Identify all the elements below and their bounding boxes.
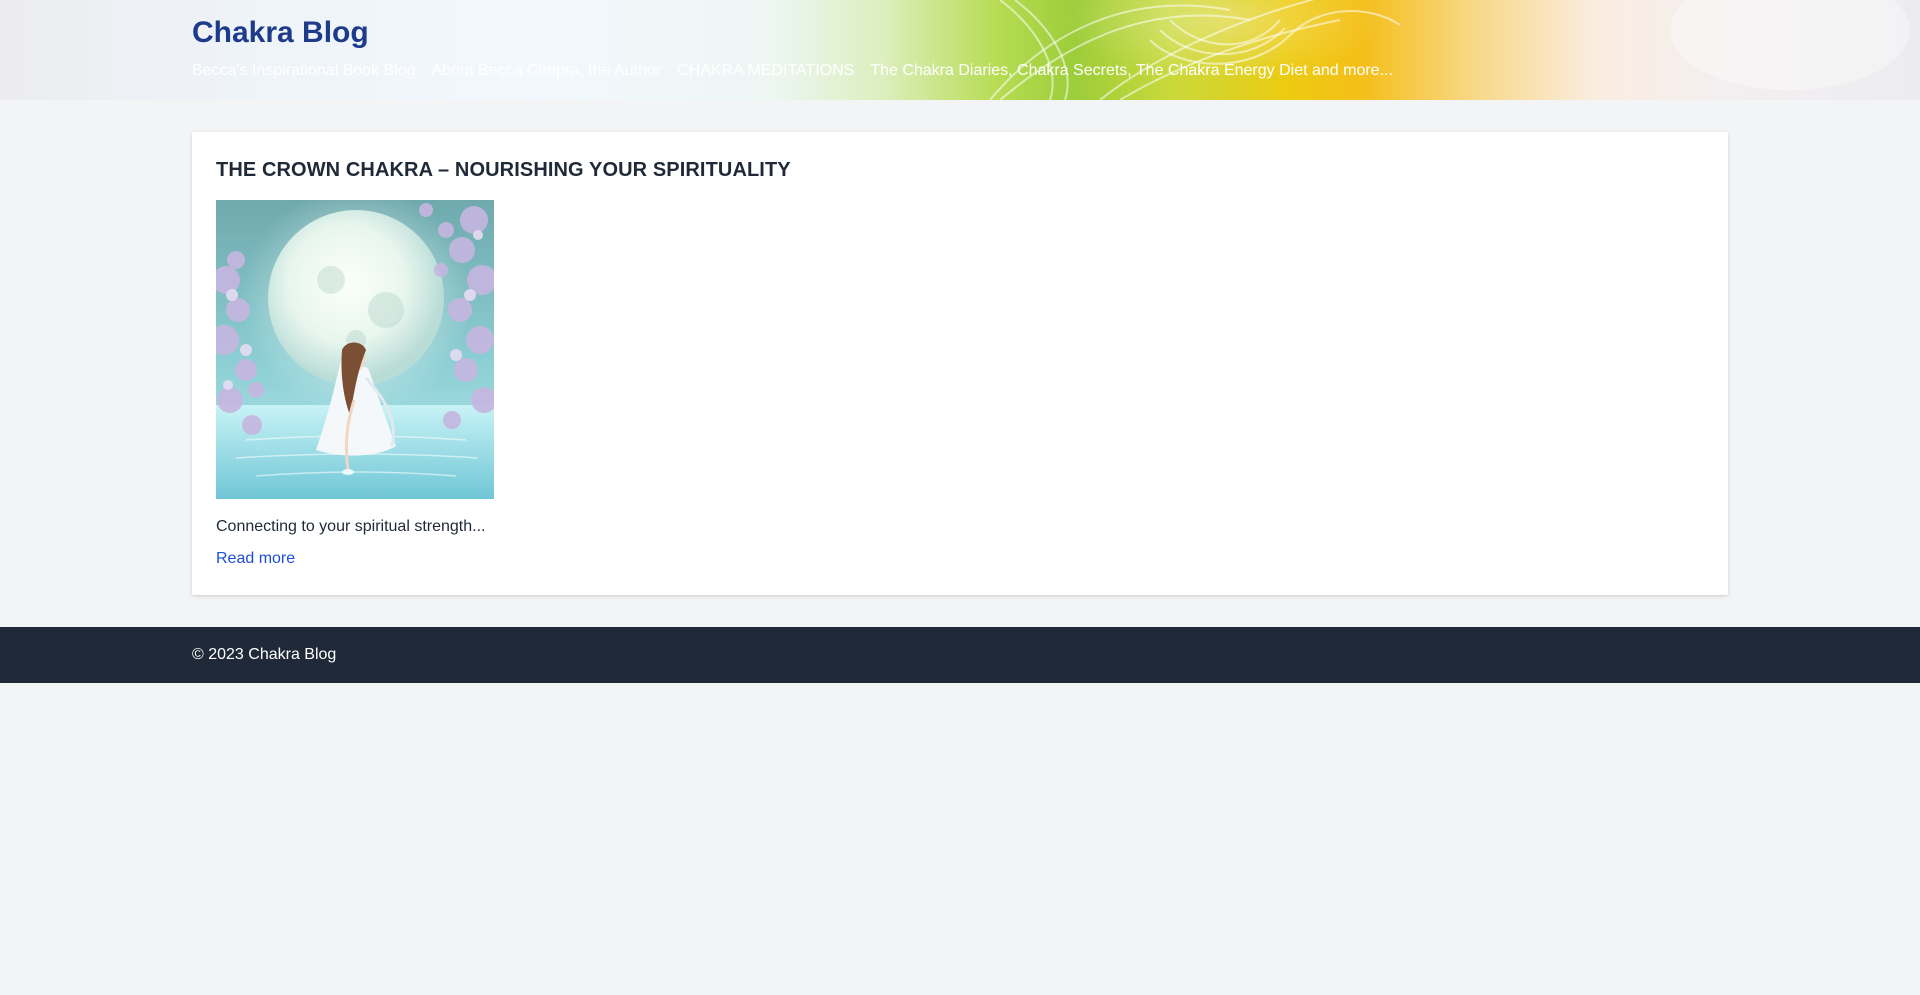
post-excerpt: Connecting to your spiritual strength... xyxy=(216,518,486,535)
post-card: THE CROWN CHAKRA – NOURISHING YOUR SPIRI… xyxy=(192,132,1728,595)
footer-copyright: © 2023 Chakra Blog xyxy=(192,646,337,663)
nav-item-chakra-meditations[interactable]: CHAKRA MEDITATIONS xyxy=(677,62,854,80)
site-footer: © 2023 Chakra Blog xyxy=(0,627,1920,683)
post-featured-image[interactable] xyxy=(216,200,494,499)
site-header: Chakra Blog Becca's Inspirational Book B… xyxy=(0,0,1920,100)
read-more-link[interactable]: Read more xyxy=(216,550,295,568)
nav-item-chakra-books[interactable]: The Chakra Diaries, Chakra Secrets, The … xyxy=(870,62,1393,80)
nav-item-about-author[interactable]: About Becca Chopra, the Author xyxy=(432,62,661,80)
site-title[interactable]: Chakra Blog xyxy=(192,16,369,50)
main-nav: Becca's Inspirational Book Blog About Be… xyxy=(192,62,1393,80)
nav-item-inspirational-book-blog[interactable]: Becca's Inspirational Book Blog xyxy=(192,62,416,80)
header-swirl-decoration xyxy=(989,0,1910,100)
post-title[interactable]: THE CROWN CHAKRA – NOURISHING YOUR SPIRI… xyxy=(216,159,791,182)
